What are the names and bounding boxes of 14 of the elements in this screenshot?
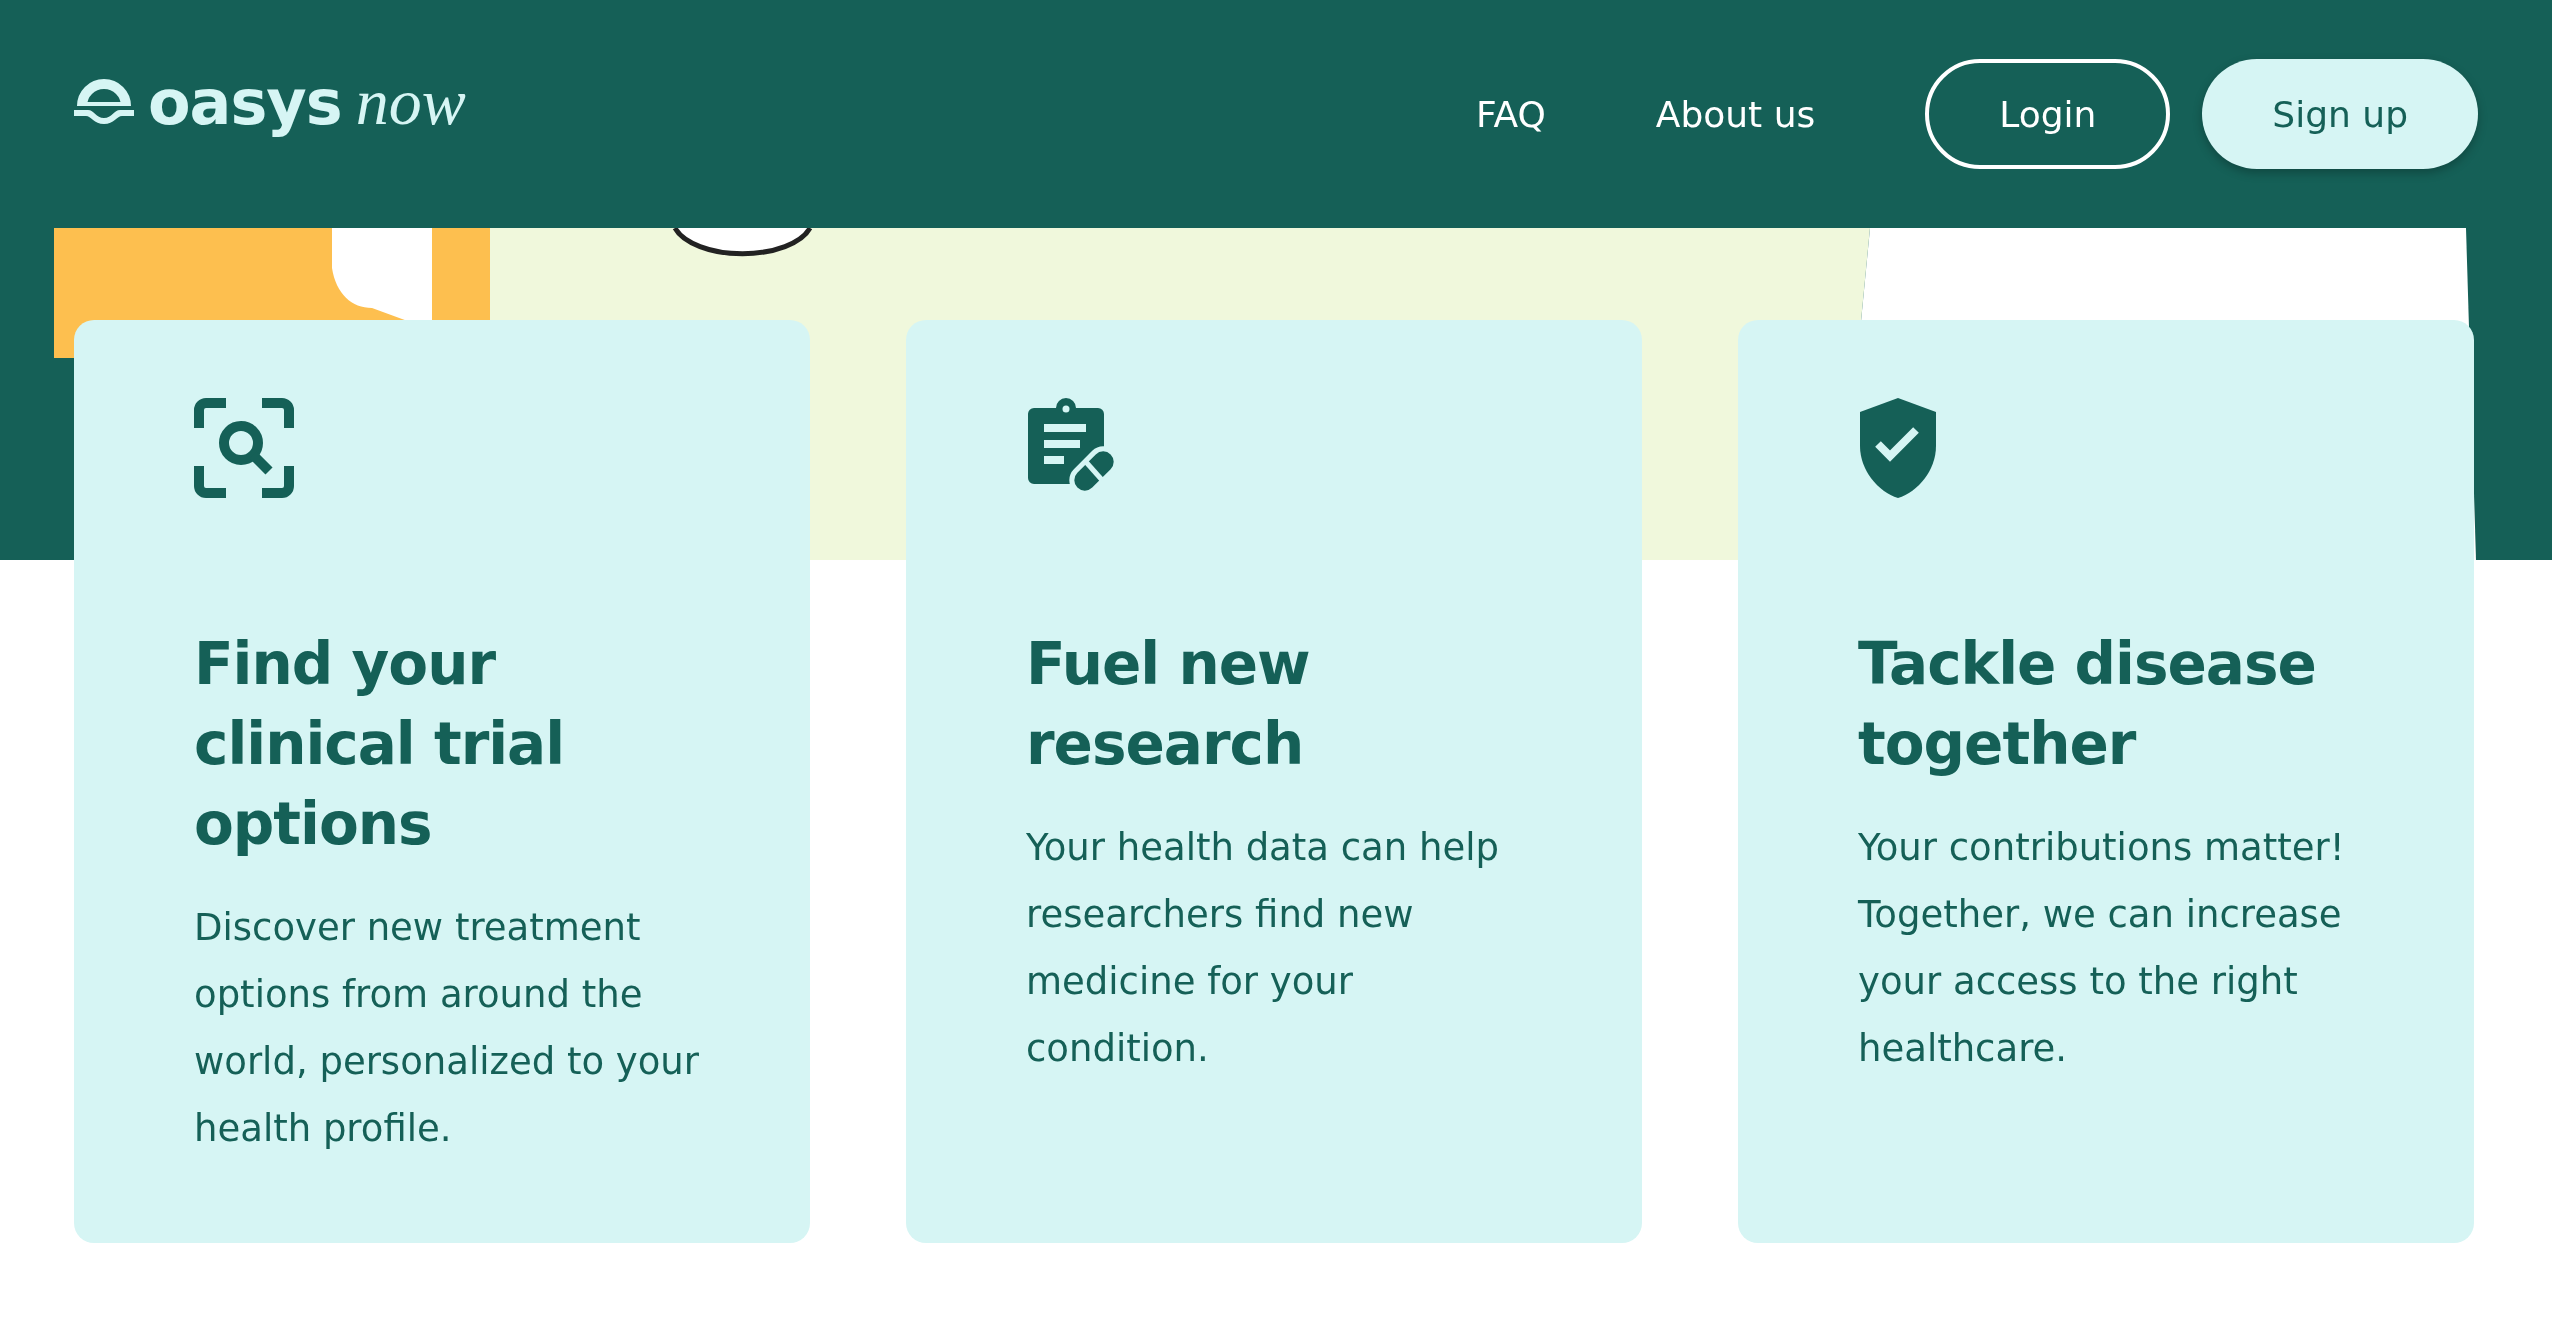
card-title: Fuel new research (1026, 629, 1311, 780)
card-text: Your contributions matter! Together, we can increase your access to the right healthcare. (1858, 825, 2346, 1072)
nav-link[interactable]: About us (1655, 93, 1816, 135)
card-title: Find your clinical trial options (194, 629, 566, 860)
shield-check-icon (1858, 398, 1938, 498)
search-icon (194, 398, 294, 498)
card-title: Tackle disease together (1858, 629, 2317, 780)
logo-suffix: now (355, 64, 466, 140)
signup-button[interactable]: Sign up (2202, 59, 2478, 169)
nav-link[interactable]: FAQ (1476, 93, 1546, 135)
logo-wordmark: oasys (148, 65, 342, 139)
card-text: Discover new treatment options from around the world, personalized to your health profile. (194, 905, 700, 1152)
card-text: Your health data can help researchers find new medicine for your condition. (1026, 825, 1500, 1072)
login-button[interactable]: Login (1925, 59, 2171, 169)
